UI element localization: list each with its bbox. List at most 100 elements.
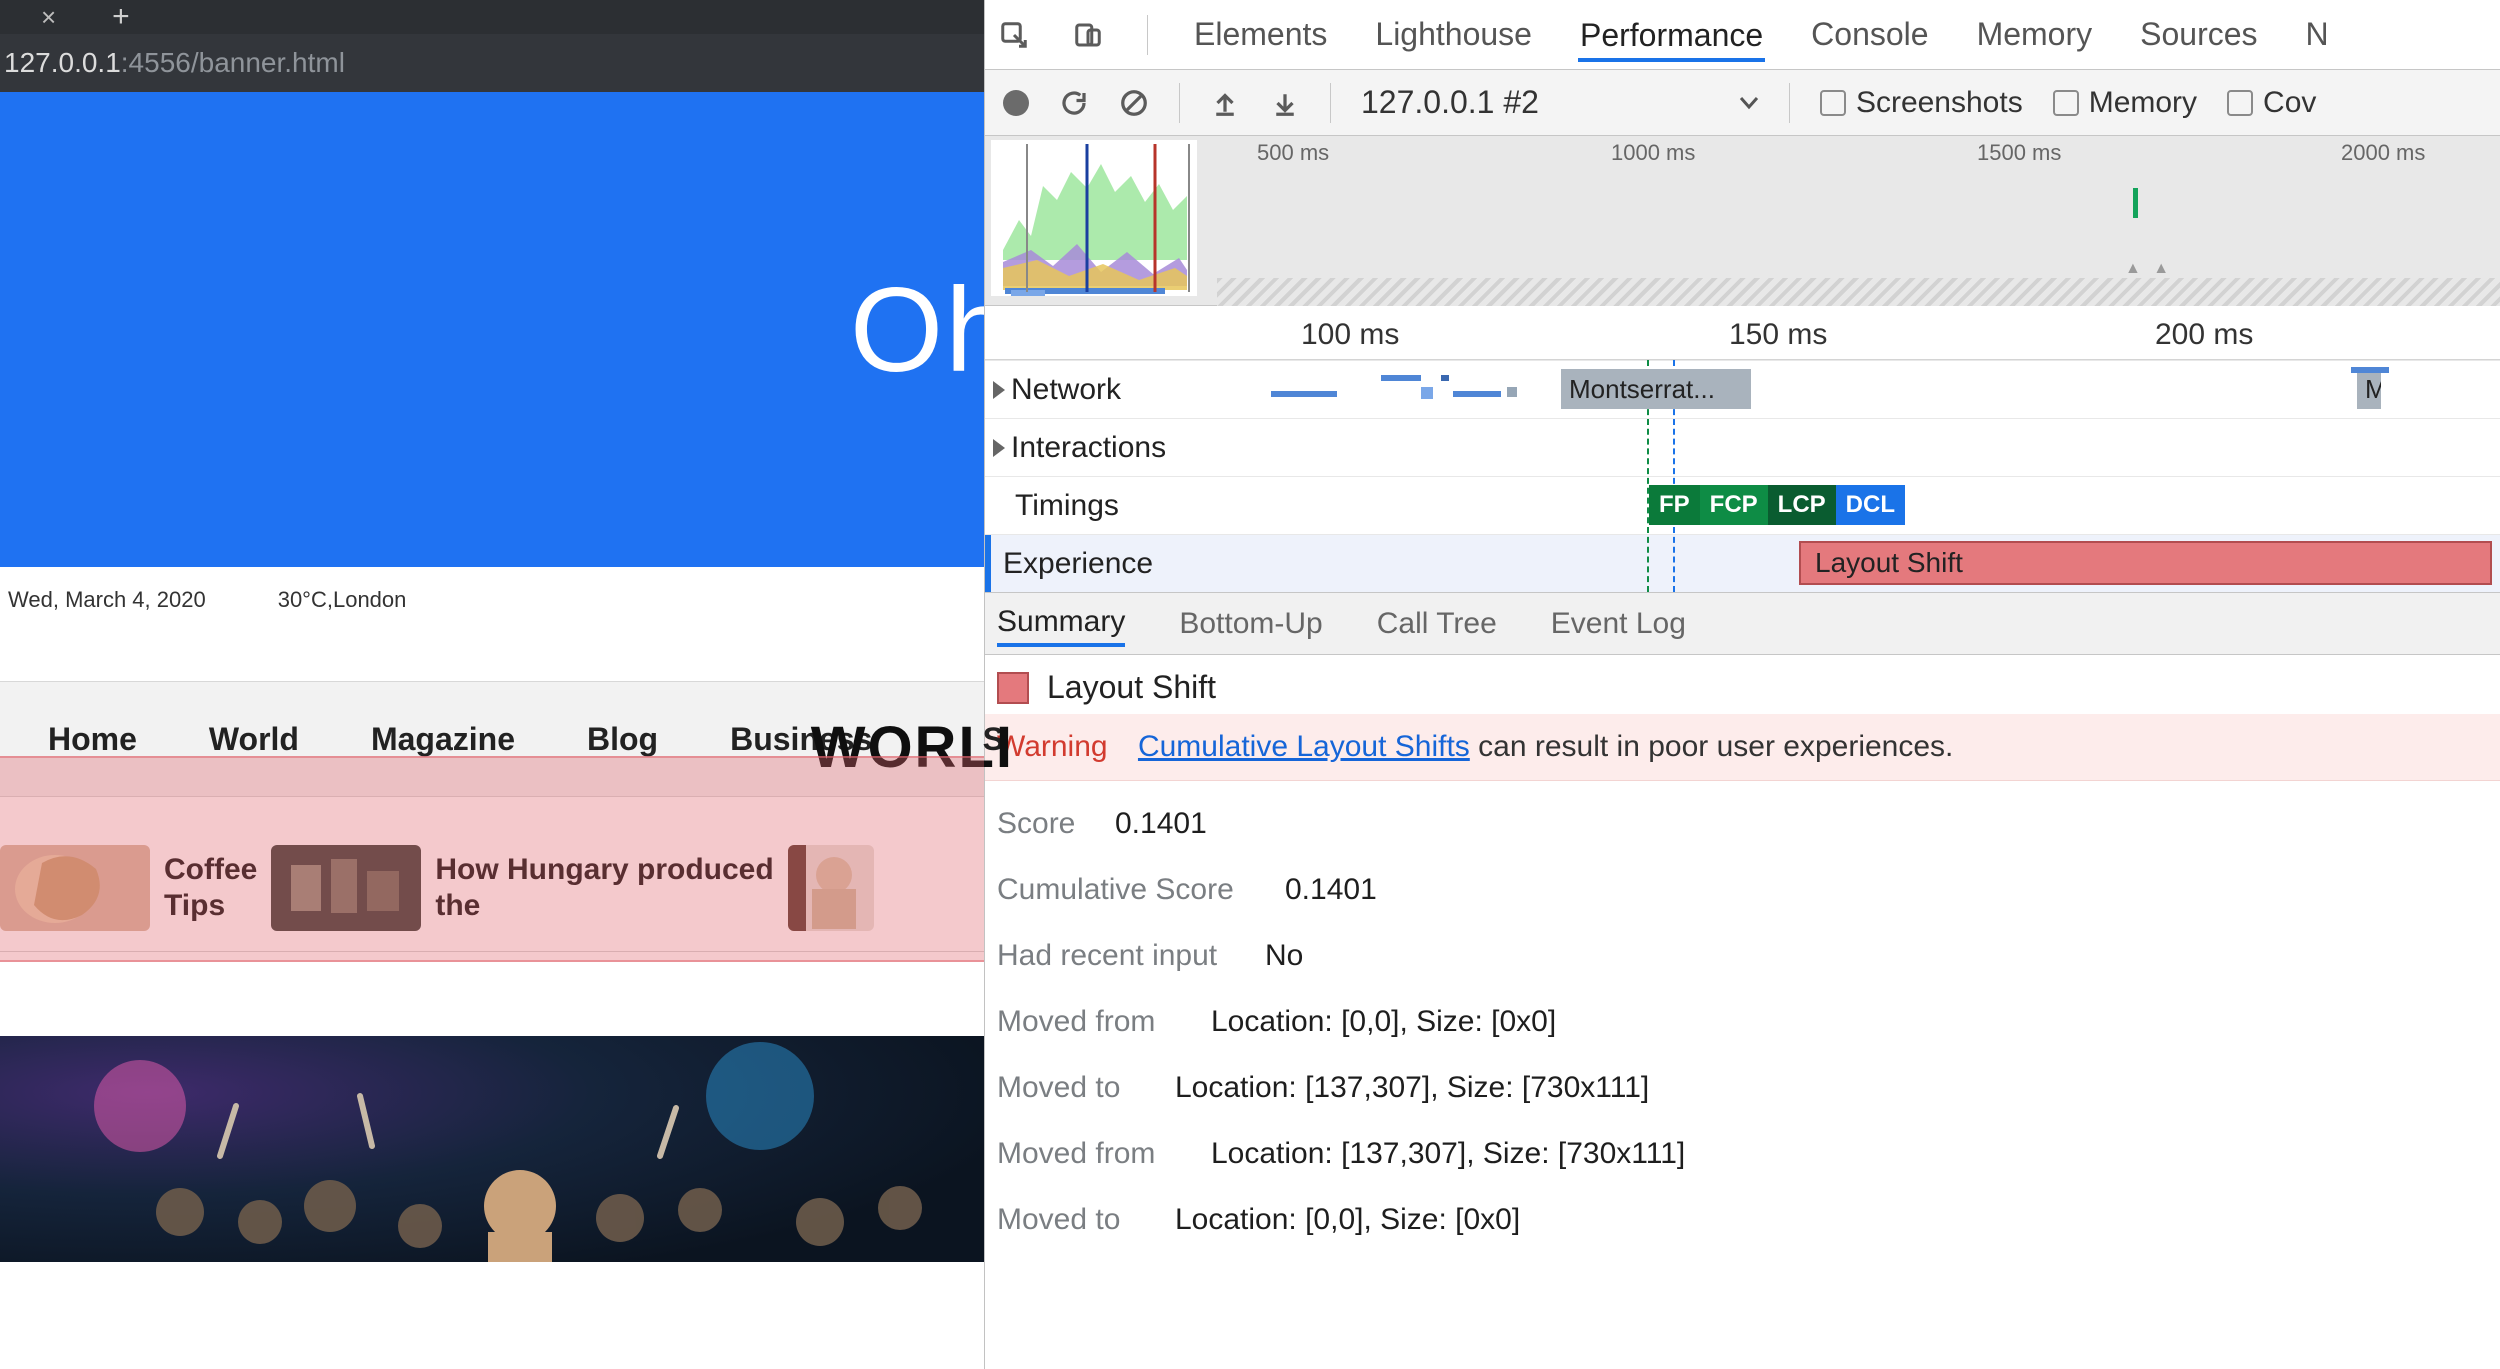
browser-tab[interactable]: l Vision × [0, 0, 82, 34]
disclosure-icon[interactable] [993, 439, 1005, 457]
separator [1330, 83, 1331, 123]
layout-shift-swatch [997, 672, 1029, 704]
detail-key: Cumulative Score [997, 873, 1257, 907]
network-bar[interactable] [1421, 387, 1433, 399]
new-tab-button[interactable]: + [112, 2, 130, 32]
download-icon[interactable] [1270, 88, 1300, 118]
tab-more[interactable]: N [2304, 12, 2331, 57]
inspect-icon[interactable] [999, 20, 1029, 50]
detail-value: No [1265, 939, 1303, 973]
overview-minimap[interactable] [991, 140, 1197, 296]
summary-header: Layout Shift [985, 655, 2500, 714]
network-bar[interactable] [1507, 387, 1517, 397]
detail-value: 0.1401 [1115, 807, 1207, 841]
hero-image [0, 1036, 984, 1262]
subtab-call-tree[interactable]: Call Tree [1377, 607, 1497, 641]
subtab-summary[interactable]: Summary [997, 605, 1125, 647]
timeline-tracks: Network Montserrat... M Interactions [985, 360, 2500, 593]
tab-elements[interactable]: Elements [1192, 12, 1329, 57]
timing-lcp[interactable]: LCP [1768, 485, 1836, 525]
layout-shift-event[interactable]: Layout Shift [1799, 541, 2492, 585]
tab-lighthouse[interactable]: Lighthouse [1373, 12, 1534, 57]
upload-icon[interactable] [1210, 88, 1240, 118]
overview-ruler: 500 ms 1000 ms 1500 ms 2000 ms [1217, 136, 2500, 166]
ticker-thumb-2[interactable] [271, 845, 421, 931]
detail-key: Moved to [997, 1203, 1147, 1237]
detail-key: Moved to [997, 1071, 1147, 1105]
performance-toolbar: 127.0.0.1 #2 Screenshots Memory Cov [985, 70, 2500, 136]
address-origin: 127.0.0.1 [4, 47, 121, 79]
nav-blog[interactable]: Blog [587, 721, 658, 758]
banner-text: Oh [850, 261, 984, 399]
coverage-checkbox[interactable]: Cov [2227, 86, 2316, 120]
date-text: Wed, March 4, 2020 [8, 587, 206, 613]
network-bar[interactable] [1271, 391, 1337, 397]
nav-home[interactable]: Home [48, 721, 137, 758]
ticker-thumb-1[interactable] [0, 845, 150, 931]
ticker-title-1[interactable]: Coffee Tips [164, 852, 257, 924]
timing-fp[interactable]: FP [1649, 485, 1700, 525]
subtab-event-log[interactable]: Event Log [1551, 607, 1686, 641]
device-toggle-icon[interactable] [1073, 20, 1103, 50]
track-experience[interactable]: Experience Layout Shift [985, 534, 2500, 592]
date-bar: Wed, March 4, 2020 30°C,London [0, 567, 984, 633]
warning-link[interactable]: Cumulative Layout Shifts [1138, 730, 1470, 763]
network-bar[interactable] [2351, 367, 2389, 373]
rendered-page: Oh Wed, March 4, 2020 30°C,London WORLI … [0, 92, 984, 1262]
browser-window: l Vision × + 127.0.0.1:4556/banner.html … [0, 0, 984, 1369]
recording-selector[interactable]: 127.0.0.1 #2 [1361, 84, 1759, 121]
separator [1179, 83, 1180, 123]
reload-icon[interactable] [1059, 88, 1089, 118]
separator [1789, 83, 1790, 123]
nav-magazine[interactable]: Magazine [371, 721, 515, 758]
tab-memory[interactable]: Memory [1975, 12, 2095, 57]
timing-dcl[interactable]: DCL [1836, 485, 1905, 525]
screenshots-checkbox[interactable]: Screenshots [1820, 86, 2023, 120]
network-request-montserrat[interactable]: Montserrat... [1561, 369, 1751, 409]
address-bar[interactable]: 127.0.0.1:4556/banner.html [0, 34, 984, 92]
record-button[interactable] [1003, 90, 1029, 116]
detail-value: Location: [137,307], Size: [730x111] [1211, 1137, 1685, 1171]
network-request-small[interactable]: M [2357, 369, 2381, 409]
close-icon[interactable]: × [41, 4, 56, 30]
subtab-bottom-up[interactable]: Bottom-Up [1179, 607, 1322, 641]
clear-icon[interactable] [1119, 88, 1149, 118]
browser-tabstrip: l Vision × + [0, 0, 984, 34]
tab-console[interactable]: Console [1809, 12, 1930, 57]
network-bar[interactable] [1441, 375, 1449, 381]
track-interactions[interactable]: Interactions [985, 418, 2500, 476]
overview-marker [2133, 188, 2138, 218]
overview-handles[interactable]: ▲ ▲ [2125, 260, 2173, 278]
detail-key: Score [997, 807, 1087, 841]
news-ticker: Coffee Tips How Hungary produced the [0, 831, 984, 952]
ticker-thumb-3[interactable] [788, 845, 874, 931]
page-banner: Oh [0, 92, 984, 567]
network-bar[interactable] [1453, 391, 1501, 397]
chevron-down-icon [1739, 96, 1759, 110]
overview-hatch [1217, 278, 2500, 306]
tab-performance[interactable]: Performance [1578, 13, 1765, 62]
warning-row: Warning Cumulative Layout Shifts can res… [985, 714, 2500, 781]
timing-fcp[interactable]: FCP [1700, 485, 1768, 525]
summary-title: Layout Shift [1047, 669, 1216, 706]
details-subtabs: Summary Bottom-Up Call Tree Event Log [985, 593, 2500, 655]
site-title: WORLI [811, 714, 1014, 781]
warning-tail: can result in poor user experiences. [1470, 730, 1954, 763]
detail-value: Location: [0,0], Size: [0x0] [1175, 1203, 1520, 1237]
tab-sources[interactable]: Sources [2138, 12, 2259, 57]
track-timings[interactable]: Timings FP FCP LCP DCL [985, 476, 2500, 534]
detail-key: Moved from [997, 1137, 1183, 1171]
detail-value: Location: [137,307], Size: [730x111] [1175, 1071, 1649, 1105]
timeline-overview[interactable]: 500 ms 1000 ms 1500 ms 2000 ms [985, 136, 2500, 306]
detail-value: 0.1401 [1285, 873, 1377, 907]
network-bar[interactable] [1381, 375, 1421, 381]
disclosure-icon[interactable] [993, 381, 1005, 399]
summary-details: Score0.1401 Cumulative Score0.1401 Had r… [985, 781, 2500, 1263]
memory-checkbox[interactable]: Memory [2053, 86, 2197, 120]
nav-world[interactable]: World [209, 721, 299, 758]
weather-text: 30°C,London [278, 587, 407, 613]
ticker-title-2[interactable]: How Hungary produced the [435, 852, 773, 924]
address-path: :4556/banner.html [121, 47, 345, 79]
track-network[interactable]: Network Montserrat... M [985, 360, 2500, 418]
detail-key: Moved from [997, 1005, 1183, 1039]
